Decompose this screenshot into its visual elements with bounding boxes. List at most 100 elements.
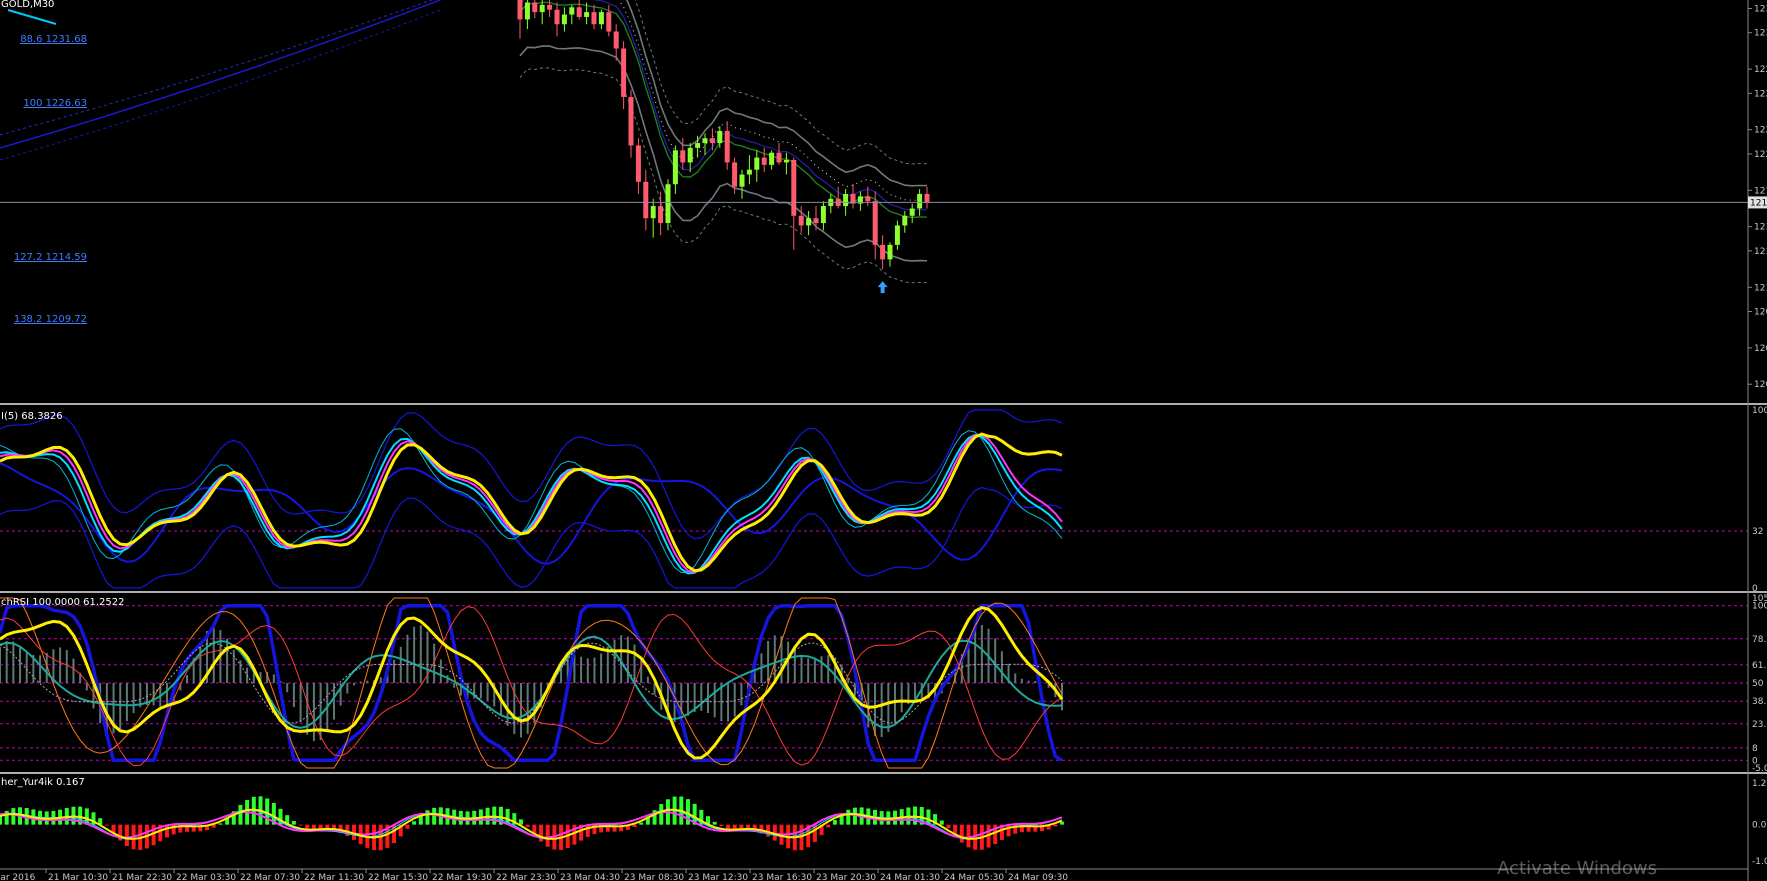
stoch-rsi-panel[interactable]: 10510078.661.85038.223.680-5.00 [0, 594, 1767, 774]
candle-body [709, 138, 715, 144]
candle-body [887, 244, 893, 260]
candle-body [917, 193, 923, 209]
stoch-axis-label: 8 [1752, 744, 1758, 754]
price-axis-label: 1227 [1754, 89, 1767, 99]
rsi-axis-label: 100 [1752, 406, 1767, 416]
price-axis-label: 1206 [1754, 344, 1767, 354]
trading-chart[interactable]: GOLD,M30 88.6 1231.68 100 1226.63 127.2 12… [0, 0, 1767, 881]
candle-body [554, 9, 560, 25]
panel-separators [0, 403, 1767, 774]
candle-body [561, 14, 567, 25]
time-axis-label: 23 Mar 16:30 [752, 873, 812, 881]
candle-body [569, 7, 575, 15]
current-price-tag-text: 1218 [1750, 198, 1767, 208]
time-axis-label: 3 Mar 2016 [0, 873, 36, 881]
candle-body [680, 150, 686, 163]
candle-body [547, 4, 553, 10]
price-panel[interactable] [0, 0, 1748, 294]
candle-body [820, 206, 826, 224]
price-axis-label: 1234 [1754, 4, 1767, 14]
rsi-axis-label: 32 [1752, 527, 1763, 537]
time-axis-label: 23 Mar 12:30 [688, 873, 748, 881]
outer-upper-envelope [634, 0, 928, 165]
candle-body [584, 12, 590, 17]
buy-arrow-icon [877, 281, 888, 294]
time-axis-label: 22 Mar 15:30 [368, 873, 428, 881]
rsi-lower-band [0, 486, 1063, 589]
candle-body [643, 181, 649, 219]
time-axis[interactable]: 3 Mar 2016 21 Mar 10:30 21 Mar 22:30 22 Mar… [0, 868, 1748, 881]
long-blue-upper-envelope [0, 0, 433, 136]
candle-body [843, 193, 849, 207]
time-axis-label: 23 Mar 20:30 [816, 873, 876, 881]
time-axis-label: 22 Mar 07:30 [240, 873, 300, 881]
stoch-axis-label: -5.00 [1752, 764, 1767, 774]
candle-body [687, 147, 693, 163]
rsi-signal-cyan [0, 433, 1063, 575]
candle-body [635, 145, 641, 182]
candle-body [672, 150, 678, 185]
candle-body [783, 160, 789, 163]
candle-body [606, 12, 612, 32]
price-axis-label: 1211 [1754, 283, 1767, 293]
candle-body [776, 152, 782, 163]
stoch-axis-label: 61.8 [1752, 661, 1767, 671]
candle-body [909, 208, 915, 216]
candle-body [665, 184, 671, 224]
candle-body [598, 12, 604, 25]
oscillator-axis-label: 1.23 [1752, 779, 1767, 789]
price-axis-label: 1232 [1754, 29, 1767, 39]
candle-body [746, 169, 752, 175]
stoch-axis-label: 23.6 [1752, 720, 1767, 730]
fibonacci-levels[interactable]: 88.6 1231.68 100 1226.63 127.2 1214.59 138.… [14, 34, 87, 325]
candle-body [621, 48, 627, 97]
osc-label: her_Yur4ik 0.167 [1, 777, 85, 788]
stoch-axis-label: 50 [1752, 679, 1764, 689]
upper-envelope [625, 0, 928, 187]
price-axis-label: 1229 [1754, 65, 1767, 75]
time-axis-label: 21 Mar 10:30 [48, 873, 108, 881]
price-axis-label: 1209 [1754, 308, 1767, 318]
candle-body [650, 206, 656, 219]
candle-body [813, 218, 819, 224]
price-axis-label: 1219 [1754, 186, 1767, 196]
candle-body [894, 225, 900, 245]
rsi-panel[interactable]: 100 32 0 [0, 406, 1767, 594]
time-axis-label: 22 Mar 19:30 [432, 873, 492, 881]
time-axis-label: 23 Mar 08:30 [624, 873, 684, 881]
candle-body [806, 218, 812, 226]
dotted-moving-average [617, 0, 928, 201]
stoch-axis-label: 100 [1752, 602, 1767, 612]
candle-body [880, 244, 886, 260]
candle-body [791, 160, 797, 216]
fib-level-label: 100 1226.63 [23, 98, 87, 109]
oscillator-panel[interactable]: 1.23 0.00 -1.09 [0, 779, 1767, 867]
candle-body [576, 7, 582, 17]
candle-body [865, 196, 871, 202]
blue-moving-average [519, 0, 928, 211]
candle-body [702, 138, 708, 144]
lower-envelope [519, 45, 928, 262]
candle-body [717, 130, 723, 144]
price-axis-label: 1214 [1754, 247, 1767, 257]
rsi-label: I(5) 68.3826 [1, 411, 63, 422]
price-axis-label: 1203 [1754, 380, 1767, 390]
long-blue-lower-envelope [0, 9, 441, 161]
fib-level-label: 127.2 1214.59 [14, 252, 87, 263]
rsi-axis-label: 0 [1752, 584, 1758, 594]
rsi-line [0, 432, 1063, 573]
fib-level-label: 138.2 1209.72 [14, 314, 87, 325]
time-axis-label: 22 Mar 23:30 [496, 873, 556, 881]
oscillator-axis-label: 0.00 [1752, 821, 1767, 831]
time-axis-label: 24 Mar 09:30 [1008, 873, 1068, 881]
candle-body [872, 201, 878, 245]
candle-body [517, 0, 523, 20]
symbol-label-tool-line [7, 9, 57, 25]
candle-body [591, 12, 597, 25]
watermark-text: Activate Windows [1497, 858, 1657, 879]
price-axis-label: 1216 [1754, 223, 1767, 233]
candle-body [532, 2, 538, 13]
candle-body [658, 206, 664, 224]
stoch-axis-label: 38.2 [1752, 697, 1767, 707]
candle-body [924, 193, 930, 203]
